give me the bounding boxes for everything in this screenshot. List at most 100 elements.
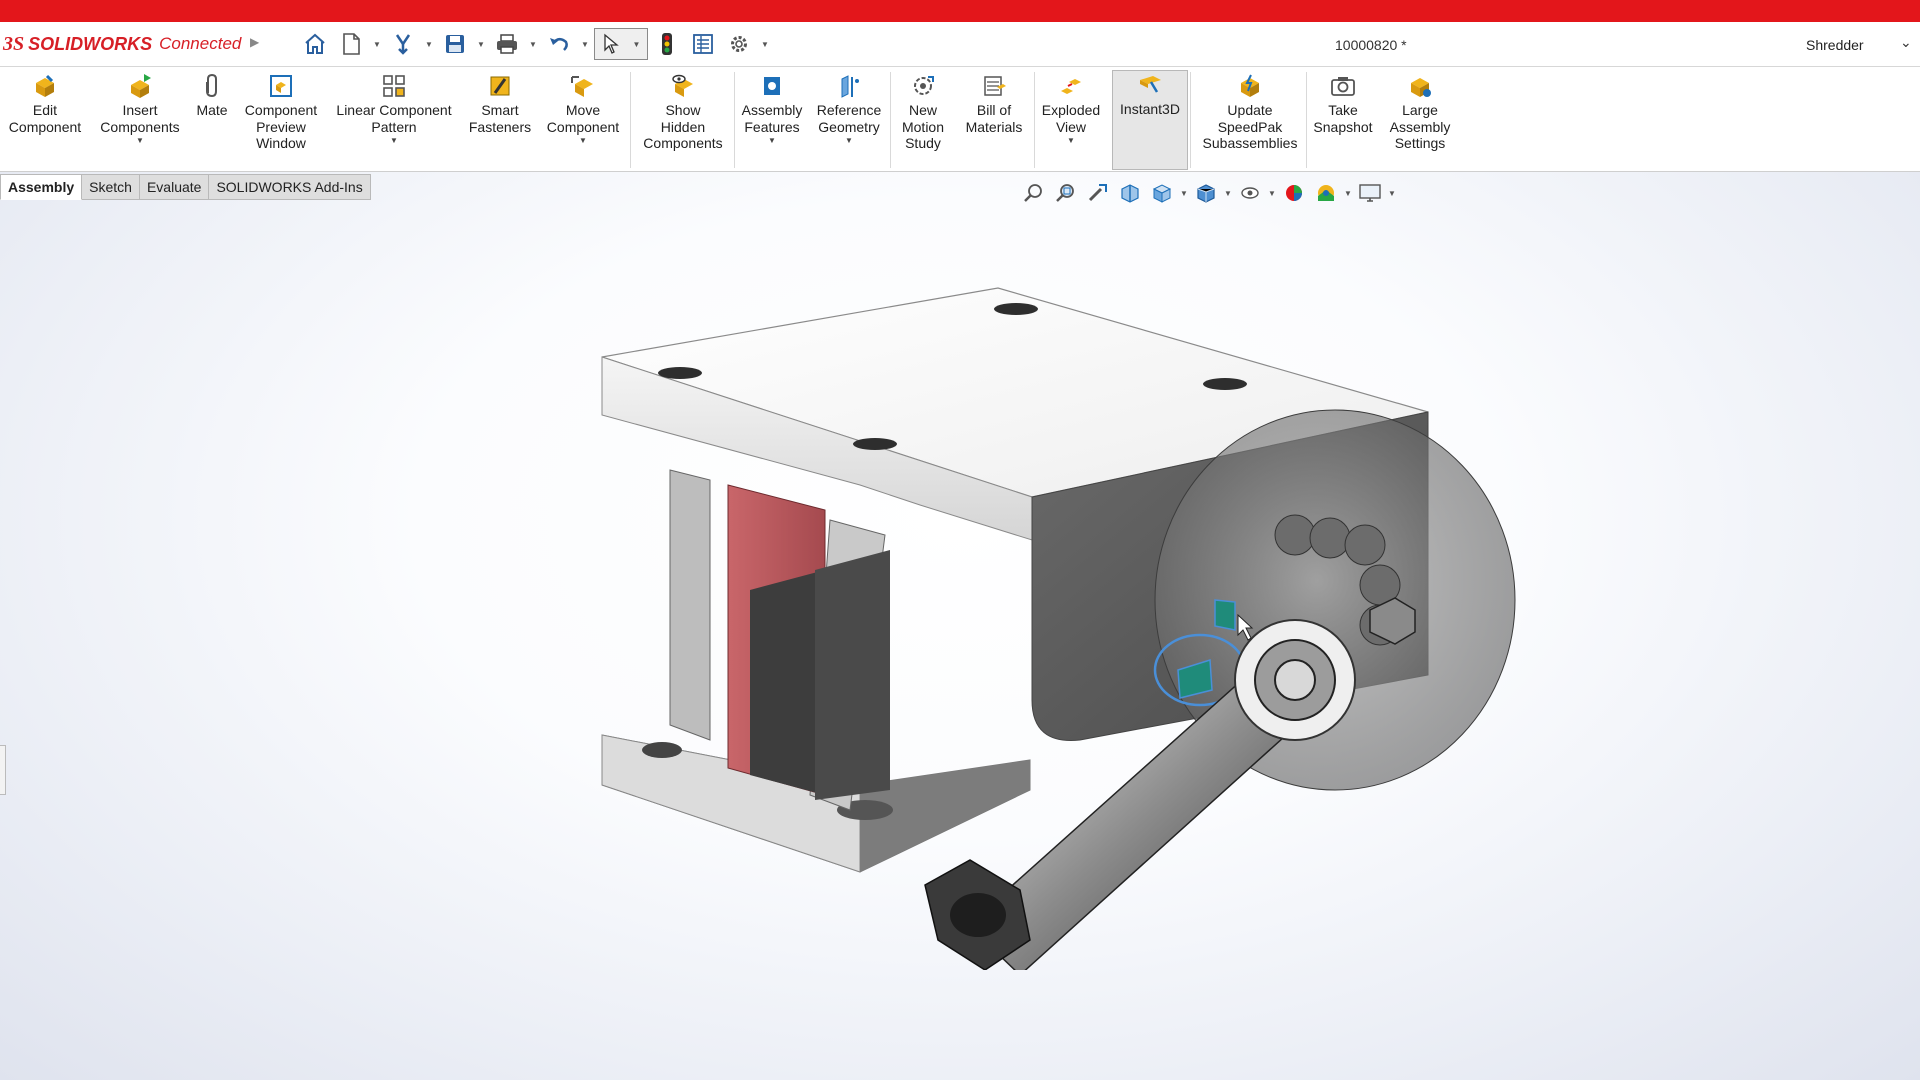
display-style-dropdown-icon[interactable]: ▼ [1224,189,1232,198]
bill-of-materials-label: Bill of Materials [965,102,1023,135]
new-document-icon[interactable] [334,28,368,60]
ribbon-separator [1190,72,1191,168]
linear-component-pattern-button[interactable]: Linear Component Pattern ▼ [330,72,458,168]
zoom-to-fit-icon[interactable] [1020,179,1048,207]
show-hidden-icon [669,72,697,100]
edit-component-icon [31,72,59,100]
options-gear-icon[interactable] [722,28,756,60]
instant3d-icon [1136,71,1164,99]
mate-label: Mate [196,102,228,118]
show-hidden-components-button[interactable]: Show Hidden Components [634,72,732,168]
tab-solidworks-add-ins[interactable]: SOLIDWORKS Add-Ins [209,174,371,200]
save-dropdown-icon[interactable]: ▼ [474,28,488,60]
move-component-button[interactable]: Move Component ▼ [540,72,626,168]
ribbon-separator [630,72,631,168]
view-settings-dropdown-icon[interactable]: ▼ [1388,189,1396,198]
user-chevron-down-icon[interactable]: ⌄ [1900,34,1912,51]
exploded-view-dropdown-icon[interactable]: ▼ [1067,136,1075,145]
undo-icon[interactable] [542,28,576,60]
feature-manager-collapse-handle[interactable] [0,745,6,795]
home-icon[interactable] [298,28,332,60]
tab-assembly[interactable]: Assembly [0,174,83,200]
previous-view-icon[interactable] [1084,179,1112,207]
paperclip-mate-icon [198,72,226,100]
document-title: 10000820 * [1335,37,1407,53]
assembly-3d-model[interactable] [560,270,1520,970]
reference-geometry-dropdown-icon[interactable]: ▼ [845,136,853,145]
insert-components-label: Insert Components [100,102,180,135]
mate-button[interactable]: Mate [190,72,234,168]
linear-pattern-dropdown-icon[interactable]: ▼ [390,136,398,145]
undo-dropdown-icon[interactable]: ▼ [578,28,592,60]
move-component-label: Move Component [546,102,620,135]
open-icon[interactable] [386,28,420,60]
assembly-features-button[interactable]: Assembly Features ▼ [736,72,808,168]
edit-component-button[interactable]: Edit Component [4,72,86,168]
ribbon-separator [1034,72,1035,168]
menu-expand-arrow-icon[interactable]: ▶ [250,35,259,49]
component-preview-window-button[interactable]: Component Preview Window [238,72,324,168]
display-style-icon[interactable] [1192,179,1220,207]
apply-scene-icon[interactable] [1312,179,1340,207]
reference-geometry-button[interactable]: Reference Geometry ▼ [810,72,888,168]
print-dropdown-icon[interactable]: ▼ [526,28,540,60]
print-icon[interactable] [490,28,524,60]
open-dropdown-icon[interactable]: ▼ [422,28,436,60]
edit-appearance-icon[interactable] [1280,179,1308,207]
zoom-to-area-icon[interactable] [1052,179,1080,207]
insert-components-icon [126,72,154,100]
tab-sketch[interactable]: Sketch [82,174,140,200]
exploded-view-icon [1057,72,1085,100]
insert-components-button[interactable]: Insert Components ▼ [94,72,186,168]
section-view-icon[interactable] [1116,179,1144,207]
tab-evaluate[interactable]: Evaluate [139,174,210,200]
assembly-features-icon [758,72,786,100]
take-snapshot-label: Take Snapshot [1313,102,1373,135]
exploded-view-label: Exploded View [1041,102,1101,135]
view-settings-icon[interactable] [1356,179,1384,207]
rebuild-traffic-light-icon[interactable] [650,28,684,60]
reference-geometry-icon [835,72,863,100]
select-tool[interactable]: ▼ [594,28,648,60]
save-icon[interactable] [438,28,472,60]
brand-suffix: Connected [159,34,242,53]
assembly-features-dropdown-icon[interactable]: ▼ [768,136,776,145]
linear-pattern-icon [380,72,408,100]
title-bar: 3S SOLIDWORKS Connected ▶ ▼ ▼ ▼ ▼ ▼ ▼ ▼ … [0,22,1920,67]
quick-access-toolbar: ▼ ▼ ▼ ▼ ▼ ▼ ▼ [298,28,772,60]
view-orientation-icon[interactable] [1148,179,1176,207]
file-properties-icon[interactable] [686,28,720,60]
options-dropdown-icon[interactable]: ▼ [758,28,772,60]
large-assembly-icon [1406,72,1434,100]
component-preview-icon [267,72,295,100]
heads-up-view-toolbar: ▼ ▼ ▼ ▼ ▼ [1020,178,1396,208]
take-snapshot-button[interactable]: Take Snapshot [1308,72,1378,168]
apply-scene-dropdown-icon[interactable]: ▼ [1344,189,1352,198]
new-motion-study-button[interactable]: New Motion Study [892,72,954,168]
update-speedpak-label: Update SpeedPak Subassemblies [1202,102,1298,151]
select-dropdown-icon[interactable]: ▼ [633,40,641,49]
solidworks-logo[interactable]: 3S SOLIDWORKS Connected [3,28,241,60]
assembly-features-label: Assembly Features [741,102,803,135]
hide-show-dropdown-icon[interactable]: ▼ [1268,189,1276,198]
view-orientation-dropdown-icon[interactable]: ▼ [1180,189,1188,198]
insert-components-dropdown-icon[interactable]: ▼ [136,136,144,145]
user-name[interactable]: Shredder [1806,37,1864,53]
hide-show-items-icon[interactable] [1236,179,1264,207]
smart-fasteners-button[interactable]: Smart Fasteners [462,72,538,168]
update-speedpak-button[interactable]: Update SpeedPak Subassemblies [1196,72,1304,168]
reference-geometry-label: Reference Geometry [816,102,882,135]
camera-icon [1329,72,1357,100]
edit-component-label: Edit Component [8,102,82,135]
large-assembly-settings-button[interactable]: Large Assembly Settings [1382,72,1458,168]
ds-logo-mark: 3S [3,32,25,55]
command-manager: Edit Component Insert Components ▼ Mate … [0,68,1920,172]
new-dropdown-icon[interactable]: ▼ [370,28,384,60]
move-component-dropdown-icon[interactable]: ▼ [579,136,587,145]
instant3d-button[interactable]: Instant3D [1112,70,1188,170]
motion-study-label: New Motion Study [901,102,945,151]
bill-of-materials-button[interactable]: Bill of Materials [958,72,1030,168]
ribbon-separator [890,72,891,168]
speedpak-icon [1236,72,1264,100]
exploded-view-button[interactable]: Exploded View ▼ [1036,72,1106,168]
